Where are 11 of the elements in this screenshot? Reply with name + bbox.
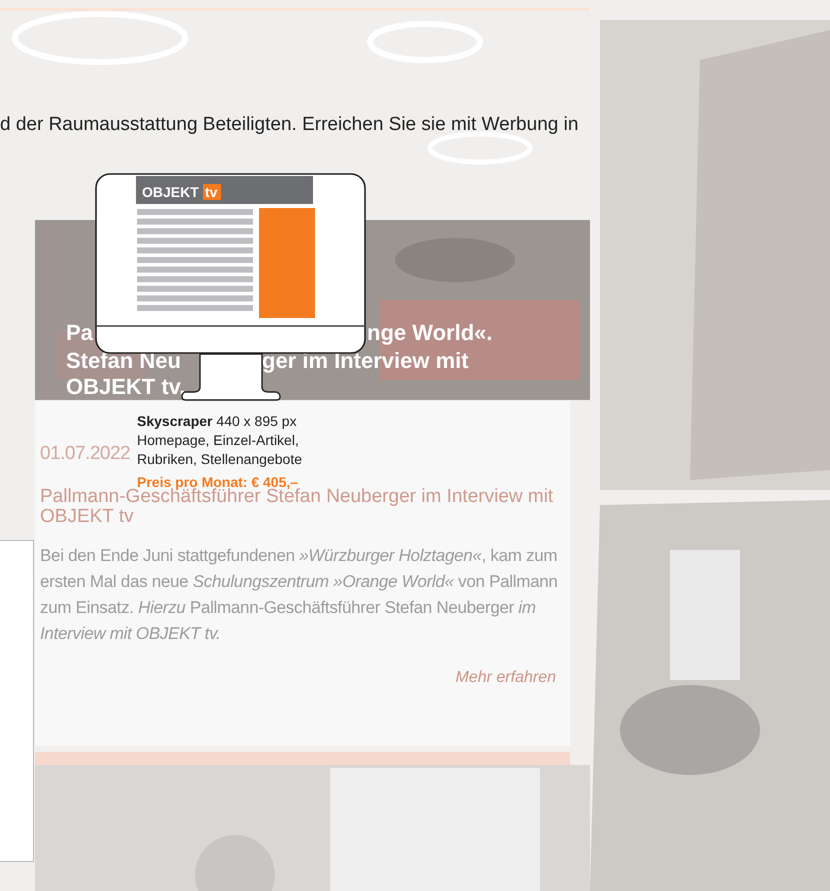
headline-text: nge World«. (367, 319, 492, 347)
article-title: Pallmann-Geschäftsführer Stefan Neuberger im Interview mit OBJEKT tv (40, 487, 554, 527)
ad-format: Skyscraper 440 x 895 px (137, 412, 298, 431)
ad-placements: Homepage, Einzel-Artikel, Rubriken, Stellenangebote (137, 431, 304, 469)
more-link[interactable]: Mehr erfahren (456, 669, 556, 687)
article-date: 01.07.2022 (40, 442, 132, 466)
headline-text: ger im Interview mit (262, 347, 469, 375)
headline-text: Stefan Neu (66, 347, 181, 375)
headline-text: Pa (66, 319, 93, 347)
article-text: Bei den Ende Juni stattgefundenen »Würzburger Holztagen«, kam zum ersten Mal das neue Schulungszentrum »Orange World« von Pallmann zum Einsatz. Hierzu Pallmann-Geschäftsführer Stefan Neuberger im Interview mit OBJEKT tv. (40, 545, 559, 645)
headline-text: OBJEKT tv. (66, 373, 186, 401)
